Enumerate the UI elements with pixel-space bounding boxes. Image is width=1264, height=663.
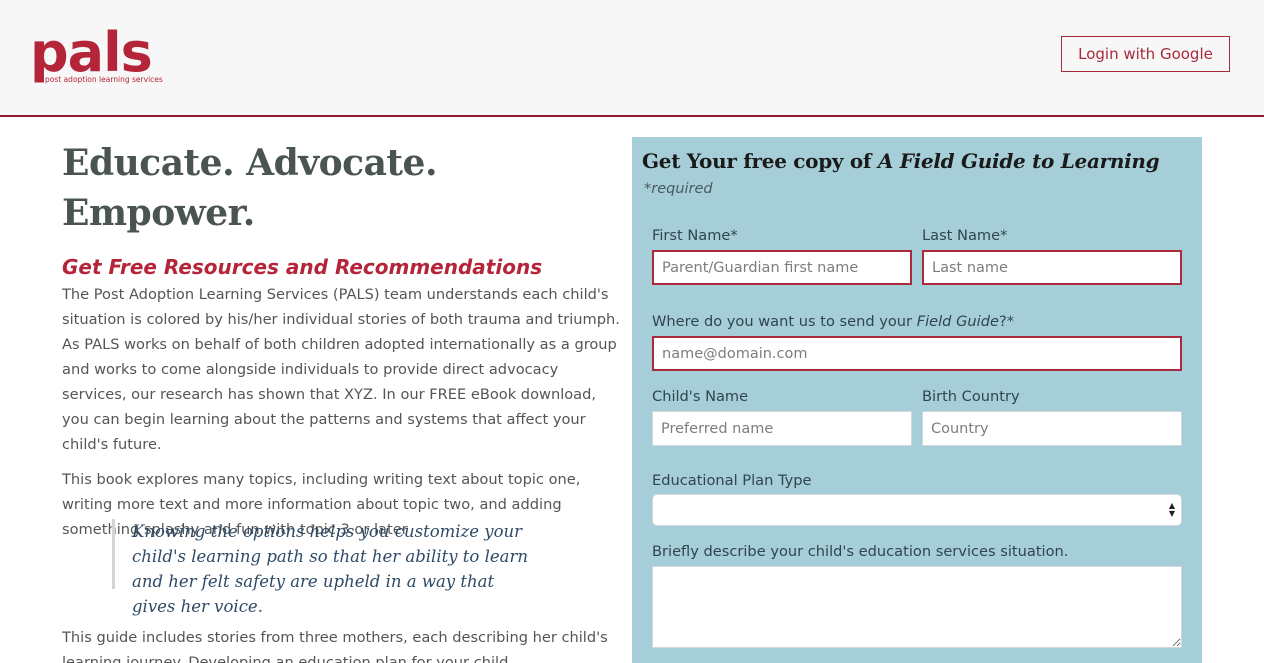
situation-label: Briefly describe your child's education … [652, 543, 1069, 560]
email-label-prefix: Where do you want us to send your [652, 313, 917, 330]
last-name-label: Last Name* [922, 227, 1008, 244]
first-name-input[interactable] [652, 250, 912, 285]
intro-paragraph: The Post Adoption Learning Services (PAL… [62, 286, 620, 453]
email-label-em: Field Guide [916, 313, 999, 330]
login-with-google-button[interactable]: Login with Google [1061, 36, 1230, 72]
email-label-suffix: ?* [998, 313, 1014, 330]
birth-country-input[interactable] [922, 411, 1182, 446]
first-name-label: First Name* [652, 227, 738, 244]
logo-wordmark: pals [30, 21, 153, 84]
form-title-book: A Field Guide to Learning [877, 149, 1160, 173]
child-name-input[interactable] [652, 411, 912, 446]
email-label: Where do you want us to send your Field … [652, 313, 1014, 330]
pals-logo[interactable]: pals post adoption learning services [30, 21, 170, 88]
page-title: Educate. Advocate. Empower. [62, 142, 437, 234]
birth-country-label: Birth Country [922, 388, 1020, 405]
situation-textarea[interactable] [652, 566, 1182, 648]
guide-paragraph: This guide includes stories from three m… [62, 629, 608, 663]
form-title: Get Your free copy of A Field Guide to L… [642, 146, 1160, 176]
last-name-input[interactable] [922, 250, 1182, 285]
required-note: *required [644, 181, 713, 197]
pull-quote: Knowing the options helps you customize … [112, 519, 542, 616]
child-name-label: Child's Name [652, 388, 749, 405]
plan-type-label: Educational Plan Type [652, 472, 812, 489]
site-header: pals post adoption learning services Log… [0, 0, 1264, 117]
intro-section: Educate. Advocate. Empower. Get Free Res… [62, 138, 622, 663]
signup-form-panel: Get Your free copy of A Field Guide to L… [632, 137, 1202, 663]
form-title-prefix: Get Your free copy of [642, 149, 878, 173]
plan-type-select[interactable]: ▲ ▼ [652, 494, 1182, 526]
logo-tagline: post adoption learning services [45, 75, 163, 84]
select-arrows-icon: ▲ ▼ [1168, 501, 1175, 518]
section-subtitle: Get Free Resources and Recommendations [62, 255, 543, 279]
quote-text: Knowing the options helps you customize … [132, 522, 529, 616]
email-input[interactable] [652, 336, 1182, 371]
